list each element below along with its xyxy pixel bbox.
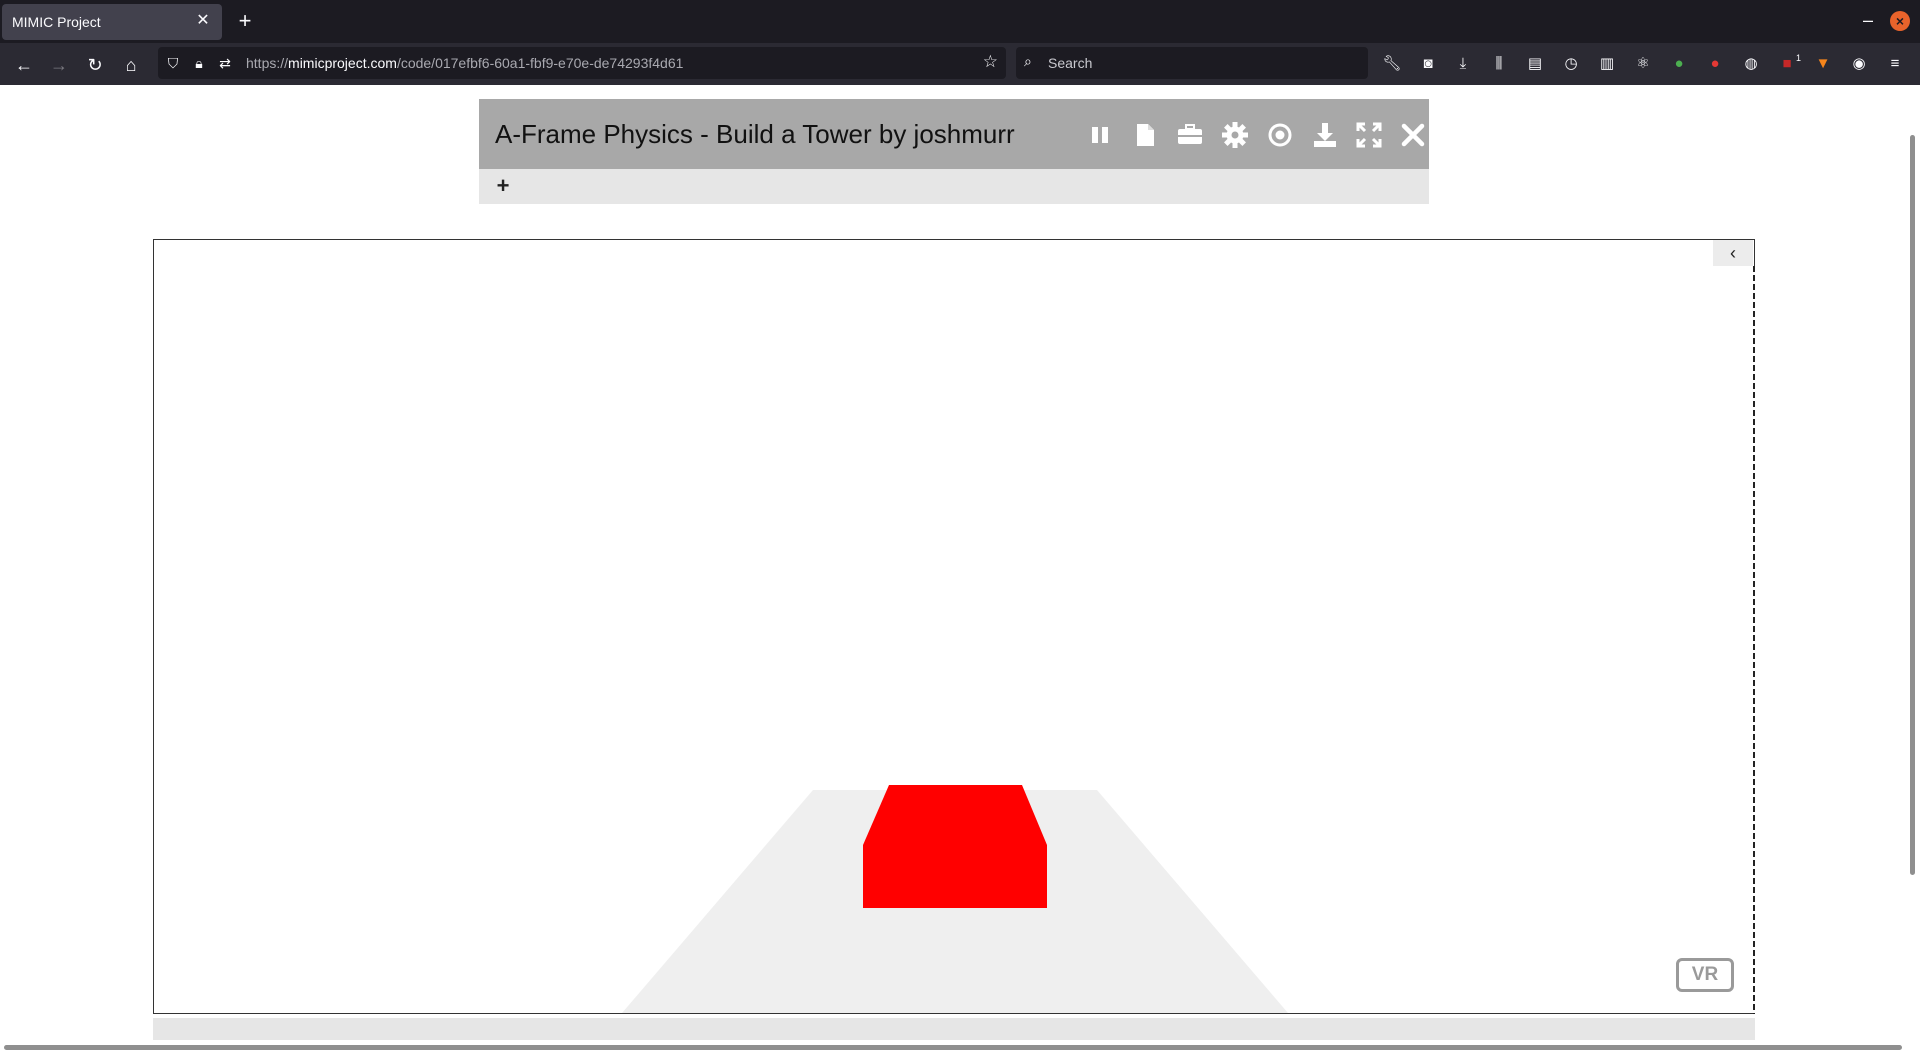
search-placeholder: Search	[1048, 55, 1093, 71]
close-icon[interactable]	[1397, 119, 1429, 151]
extension-badge-count: 1	[1795, 53, 1801, 63]
record-icon[interactable]	[1264, 119, 1296, 151]
add-button[interactable]: +	[493, 172, 513, 200]
editor-bottom-strip	[153, 1018, 1755, 1040]
reload-icon[interactable]: ↻	[81, 51, 109, 79]
briefcase-icon[interactable]	[1174, 119, 1206, 151]
extension-globe-icon[interactable]: ◍	[1739, 52, 1763, 76]
address-bar[interactable]: ⛉ 🔒︎ ⇄ https://mimicproject.com/code/017…	[158, 47, 1006, 79]
permissions-icon[interactable]: ⇄	[214, 52, 236, 74]
forward-icon[interactable]: →	[45, 51, 73, 79]
library-icon[interactable]: ⫼	[1487, 52, 1511, 76]
lock-icon[interactable]: 🔒︎	[188, 52, 210, 74]
search-bar[interactable]: ⌕ Search	[1016, 47, 1368, 79]
vr-button[interactable]: VR	[1676, 958, 1734, 992]
fullscreen-icon[interactable]	[1353, 119, 1385, 151]
url-text[interactable]: https://mimicproject.com/code/017efbf6-6…	[246, 55, 683, 71]
pause-icon[interactable]	[1084, 119, 1116, 151]
pocket-icon[interactable]: ◙	[1416, 52, 1440, 76]
extension-badge-icon[interactable]: ■ 1	[1775, 52, 1801, 76]
url-path: /code/017efbf6-60a1-fbf9-e70e-de74293f4d…	[396, 55, 684, 71]
menu-icon[interactable]: ≡	[1883, 52, 1907, 76]
extension-red-icon[interactable]: ●	[1703, 52, 1727, 76]
back-icon[interactable]: ←	[10, 51, 38, 79]
extension-clock-icon[interactable]: ◷	[1559, 52, 1583, 76]
tab-bar: MIMIC Project ✕ + – ×	[0, 0, 1920, 43]
extension-bars-icon[interactable]: ▥	[1595, 52, 1619, 76]
red-box	[863, 785, 1047, 908]
home-icon[interactable]: ⌂	[117, 51, 145, 79]
file-icon[interactable]	[1129, 119, 1161, 151]
wrench-icon[interactable]: 🔧︎	[1380, 52, 1404, 76]
editor-toolbar: A-Frame Physics - Build a Tower by joshm…	[479, 99, 1429, 169]
extension-disk-icon[interactable]: ◉	[1847, 52, 1871, 76]
download-icon[interactable]: ⤓	[1451, 52, 1475, 76]
horizontal-scrollbar[interactable]	[4, 1045, 1902, 1050]
extension-react-icon[interactable]: ⚛	[1631, 52, 1655, 76]
gear-icon[interactable]	[1219, 119, 1251, 151]
editor-subbar: +	[479, 169, 1429, 204]
vertical-scrollbar[interactable]	[1910, 135, 1915, 875]
viewport-edge	[1753, 266, 1755, 1014]
download-icon[interactable]	[1309, 119, 1341, 151]
search-icon: ⌕	[1024, 53, 1032, 69]
aframe-scene-canvas[interactable]	[153, 239, 1755, 1014]
panel-toggle-button[interactable]: ‹	[1713, 240, 1753, 266]
url-host: mimicproject.com	[288, 55, 397, 71]
scene-svg	[622, 785, 1288, 1013]
shield-icon[interactable]: ⛉	[162, 52, 184, 74]
minimize-icon[interactable]: –	[1856, 8, 1880, 32]
page-title: A-Frame Physics - Build a Tower by joshm…	[495, 119, 1015, 149]
reader-icon[interactable]: ▤	[1523, 52, 1547, 76]
browser-tab[interactable]: MIMIC Project ✕	[2, 4, 222, 40]
extension-fox-icon[interactable]: ▼	[1811, 52, 1835, 76]
bookmark-star-icon[interactable]: ☆	[983, 52, 998, 72]
window-close-icon[interactable]: ×	[1890, 11, 1910, 31]
extension-chrome-icon[interactable]: ●	[1667, 52, 1691, 76]
new-tab-button[interactable]: +	[234, 8, 256, 34]
tab-close-icon[interactable]: ✕	[192, 10, 214, 32]
tab-title: MIMIC Project	[12, 14, 101, 30]
url-scheme: https://	[246, 55, 289, 71]
